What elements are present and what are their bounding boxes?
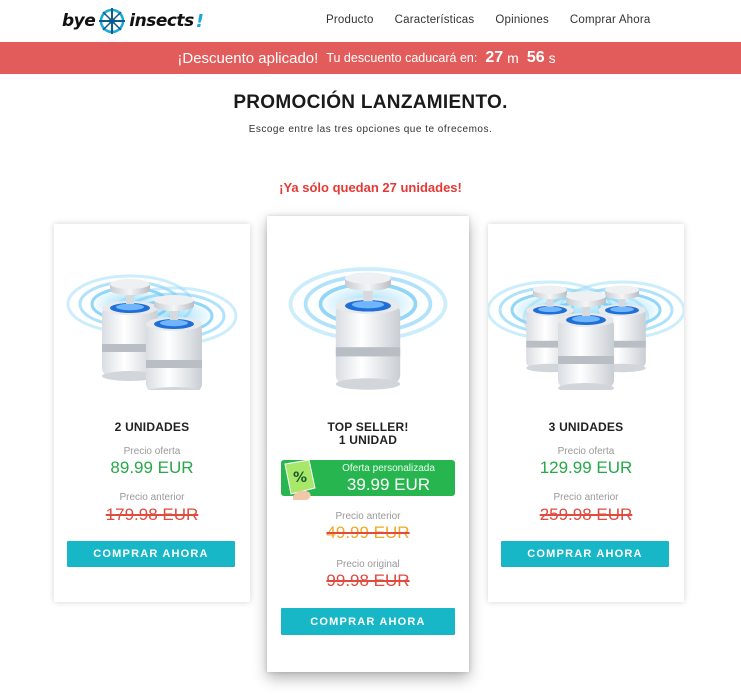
nav-producto[interactable]: Producto xyxy=(326,14,374,26)
nav-caracteristicas[interactable]: Características xyxy=(395,14,475,26)
previous-price-label: Precio anterior xyxy=(119,492,185,503)
stock-warning: ¡Ya sólo quedan 27 unidades! xyxy=(279,180,462,195)
offer-card-3-units: 3 UNIDADES Precio oferta 129.99 EUR Prec… xyxy=(488,224,684,602)
countdown-minutes-unit: m xyxy=(507,50,519,66)
previous-price: 49.99 EUR xyxy=(326,523,410,542)
card-title: 2 UNIDADES xyxy=(114,420,190,434)
countdown-seconds-unit: s xyxy=(548,50,556,66)
original-price-label: Precio original xyxy=(336,559,400,570)
custom-offer-box: % Oferta personalizada 39.99 EUR xyxy=(281,459,455,500)
offer-card-top-seller: TOP SELLER! 1 UNIDAD % Oferta personaliz… xyxy=(267,216,469,672)
site-header: bye insects ! Producto Características O… xyxy=(0,0,741,42)
buy-now-button[interactable]: COMPRAR AHORA xyxy=(67,541,235,567)
previous-price-label: Precio anterior xyxy=(553,492,619,503)
logo-text-insects: insects xyxy=(129,11,194,31)
previous-price: 179.98 EUR xyxy=(105,505,199,524)
mosquito-logo-icon xyxy=(99,8,126,34)
discount-applied-text: ¡Descuento aplicado! xyxy=(177,49,319,67)
card-title-line-2: 1 UNIDAD xyxy=(338,433,398,447)
discount-banner: ¡Descuento aplicado! Tu descuento caduca… xyxy=(0,42,741,74)
previous-price: 259.98 EUR xyxy=(539,505,633,524)
logo-exclamation: ! xyxy=(195,10,204,32)
svg-text:%: % xyxy=(293,470,307,486)
percent-tag-icon: % xyxy=(284,459,316,500)
logo[interactable]: bye insects ! xyxy=(62,6,204,36)
card-title: 3 UNIDADES xyxy=(548,420,624,434)
product-image-1-unit xyxy=(288,267,448,390)
countdown-label: Tu descuento caducará en: xyxy=(326,51,478,65)
countdown-seconds: 56 xyxy=(526,49,545,66)
offer-price: 89.99 EUR xyxy=(110,458,194,477)
custom-offer-label: Oferta personalizada xyxy=(342,463,435,474)
nav-comprar-ahora[interactable]: Comprar Ahora xyxy=(570,14,651,26)
nav-opiniones[interactable]: Opiniones xyxy=(495,14,549,26)
original-price: 99.98 EUR xyxy=(326,571,410,590)
previous-price-label: Precio anterior xyxy=(335,511,401,522)
offer-price-label: Precio oferta xyxy=(557,446,615,457)
buy-now-button[interactable]: COMPRAR AHORA xyxy=(501,541,669,567)
custom-offer-price: 39.99 EUR xyxy=(346,475,431,494)
product-image-2-units xyxy=(66,274,238,390)
product-image-3-units xyxy=(488,280,684,390)
logo-text-bye: bye xyxy=(62,11,96,31)
offer-card-2-units: 2 UNIDADES Precio oferta 89.99 EUR Preci… xyxy=(54,224,250,602)
page-title: PROMOCIÓN LANZAMIENTO. xyxy=(233,92,508,113)
buy-now-button[interactable]: COMPRAR AHORA xyxy=(281,608,455,635)
page-subtitle: Escoge entre las tres opciones que te of… xyxy=(248,124,493,135)
offer-price: 129.99 EUR xyxy=(539,458,633,477)
countdown-minutes: 27 xyxy=(485,49,504,66)
offer-price-label: Precio oferta xyxy=(123,446,181,457)
main-nav: Producto Características Opiniones Compr… xyxy=(326,14,672,26)
